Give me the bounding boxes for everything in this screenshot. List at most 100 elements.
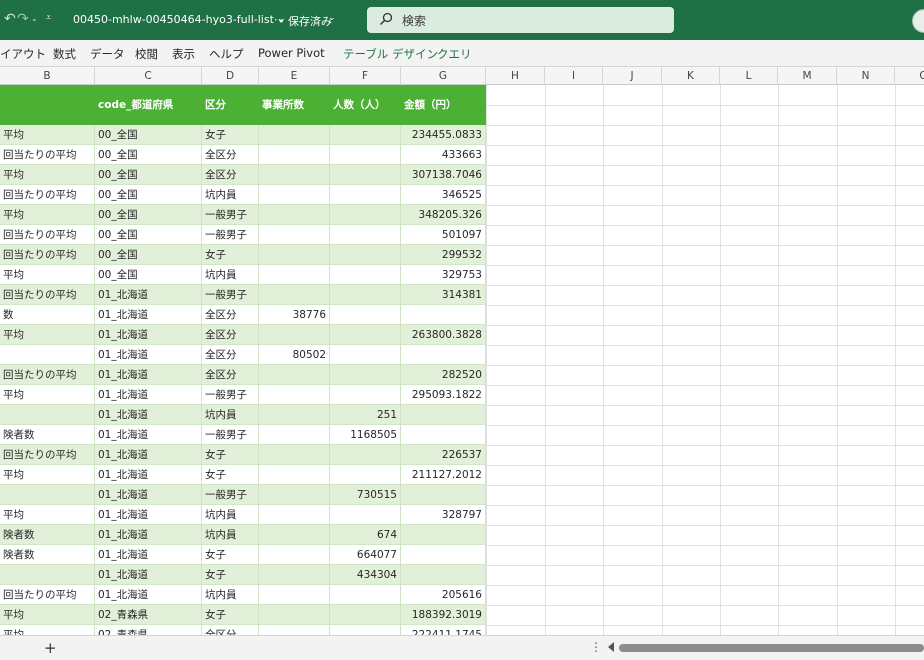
amount-cell[interactable]: 329753 [401,265,486,285]
prefecture-cell[interactable]: 01_北海道 [95,385,202,405]
prefecture-cell[interactable]: 02_青森県 [95,605,202,625]
people-cell[interactable] [330,185,401,205]
amount-cell[interactable] [401,305,486,325]
people-cell[interactable] [330,505,401,525]
column-header-n[interactable]: N [837,67,895,85]
people-cell[interactable] [330,245,401,265]
row-label-cell[interactable]: 回当たりの平均 [0,585,95,605]
amount-cell[interactable] [401,525,486,545]
row-label-cell[interactable]: 回当たりの平均 [0,225,95,245]
row-label-cell[interactable]: 回当たりの平均 [0,365,95,385]
people-cell[interactable]: 434304 [330,565,401,585]
row-label-cell[interactable] [0,565,95,585]
amount-cell[interactable] [401,545,486,565]
category-cell[interactable]: 全区分 [202,325,259,345]
prefecture-cell[interactable]: 00_全国 [95,125,202,145]
category-cell[interactable]: 全区分 [202,305,259,325]
people-cell[interactable] [330,605,401,625]
table-header-establishments[interactable]: 事業所数 [262,97,304,112]
column-header-d[interactable]: D [202,67,259,85]
category-cell[interactable]: 坑内員 [202,525,259,545]
prefecture-cell[interactable]: 00_全国 [95,225,202,245]
category-cell[interactable]: 一般男子 [202,425,259,445]
amount-cell[interactable] [401,405,486,425]
prefecture-cell[interactable]: 00_全国 [95,205,202,225]
prefecture-cell[interactable]: 01_北海道 [95,565,202,585]
prefecture-cell[interactable]: 01_北海道 [95,505,202,525]
category-cell[interactable]: 全区分 [202,625,259,635]
prefecture-cell[interactable]: 01_北海道 [95,485,202,505]
row-label-cell[interactable]: 回当たりの平均 [0,245,95,265]
prefecture-cell[interactable]: 01_北海道 [95,425,202,445]
establishments-cell[interactable] [259,425,330,445]
column-header-b[interactable]: B [0,67,95,85]
people-cell[interactable] [330,625,401,635]
people-cell[interactable] [330,285,401,305]
tab-page-layout[interactable]: イアウト [0,46,46,62]
amount-cell[interactable]: 295093.1822 [401,385,486,405]
establishments-cell[interactable] [259,145,330,165]
category-cell[interactable]: 坑内員 [202,505,259,525]
category-cell[interactable]: 一般男子 [202,285,259,305]
amount-cell[interactable]: 299532 [401,245,486,265]
amount-cell[interactable] [401,345,486,365]
column-header-c[interactable]: C [95,67,202,85]
row-label-cell[interactable]: 険者数 [0,545,95,565]
people-cell[interactable] [330,225,401,245]
amount-cell[interactable]: 433663 [401,145,486,165]
category-cell[interactable]: 女子 [202,245,259,265]
category-cell[interactable]: 全区分 [202,365,259,385]
row-label-cell[interactable]: 平均 [0,205,95,225]
people-cell[interactable] [330,205,401,225]
people-cell[interactable] [330,365,401,385]
people-cell[interactable]: 1168505 [330,425,401,445]
people-cell[interactable] [330,345,401,365]
prefecture-cell[interactable]: 00_全国 [95,165,202,185]
amount-cell[interactable] [401,425,486,445]
column-header-i[interactable]: I [545,67,603,85]
add-sheet-button[interactable]: + [44,639,57,657]
amount-cell[interactable]: 348205.326 [401,205,486,225]
row-label-cell[interactable]: 平均 [0,325,95,345]
people-cell[interactable]: 251 [330,405,401,425]
scroll-left-icon[interactable] [608,642,614,652]
people-cell[interactable]: 664077 [330,545,401,565]
people-cell[interactable] [330,445,401,465]
establishments-cell[interactable] [259,285,330,305]
prefecture-cell[interactable]: 01_北海道 [95,545,202,565]
amount-cell[interactable]: 226537 [401,445,486,465]
category-cell[interactable]: 女子 [202,605,259,625]
prefecture-cell[interactable]: 01_北海道 [95,525,202,545]
prefecture-cell[interactable]: 01_北海道 [95,285,202,305]
row-label-cell[interactable]: 回当たりの平均 [0,285,95,305]
amount-cell[interactable]: 328797 [401,505,486,525]
category-cell[interactable]: 全区分 [202,145,259,165]
establishments-cell[interactable] [259,465,330,485]
row-label-cell[interactable]: 平均 [0,125,95,145]
people-cell[interactable]: 730515 [330,485,401,505]
prefecture-cell[interactable]: 02_青森県 [95,625,202,635]
people-cell[interactable] [330,265,401,285]
category-cell[interactable]: 坑内員 [202,185,259,205]
prefecture-cell[interactable]: 01_北海道 [95,445,202,465]
row-label-cell[interactable] [0,485,95,505]
people-cell[interactable]: 674 [330,525,401,545]
people-cell[interactable] [330,165,401,185]
category-cell[interactable]: 全区分 [202,345,259,365]
establishments-cell[interactable] [259,545,330,565]
prefecture-cell[interactable]: 01_北海道 [95,465,202,485]
row-label-cell[interactable]: 平均 [0,605,95,625]
prefecture-cell[interactable]: 01_北海道 [95,305,202,325]
people-cell[interactable] [330,305,401,325]
prefecture-cell[interactable]: 01_北海道 [95,345,202,365]
category-cell[interactable]: 女子 [202,125,259,145]
tab-data[interactable]: データ [90,46,125,62]
table-header-category[interactable]: 区分 [205,97,226,112]
row-label-cell[interactable]: 平均 [0,465,95,485]
establishments-cell[interactable]: 38776 [259,305,330,325]
amount-cell[interactable]: 501097 [401,225,486,245]
amount-cell[interactable]: 234455.0833 [401,125,486,145]
save-status[interactable]: • 保存済み [278,13,332,29]
column-header-j[interactable]: J [603,67,662,85]
establishments-cell[interactable] [259,165,330,185]
